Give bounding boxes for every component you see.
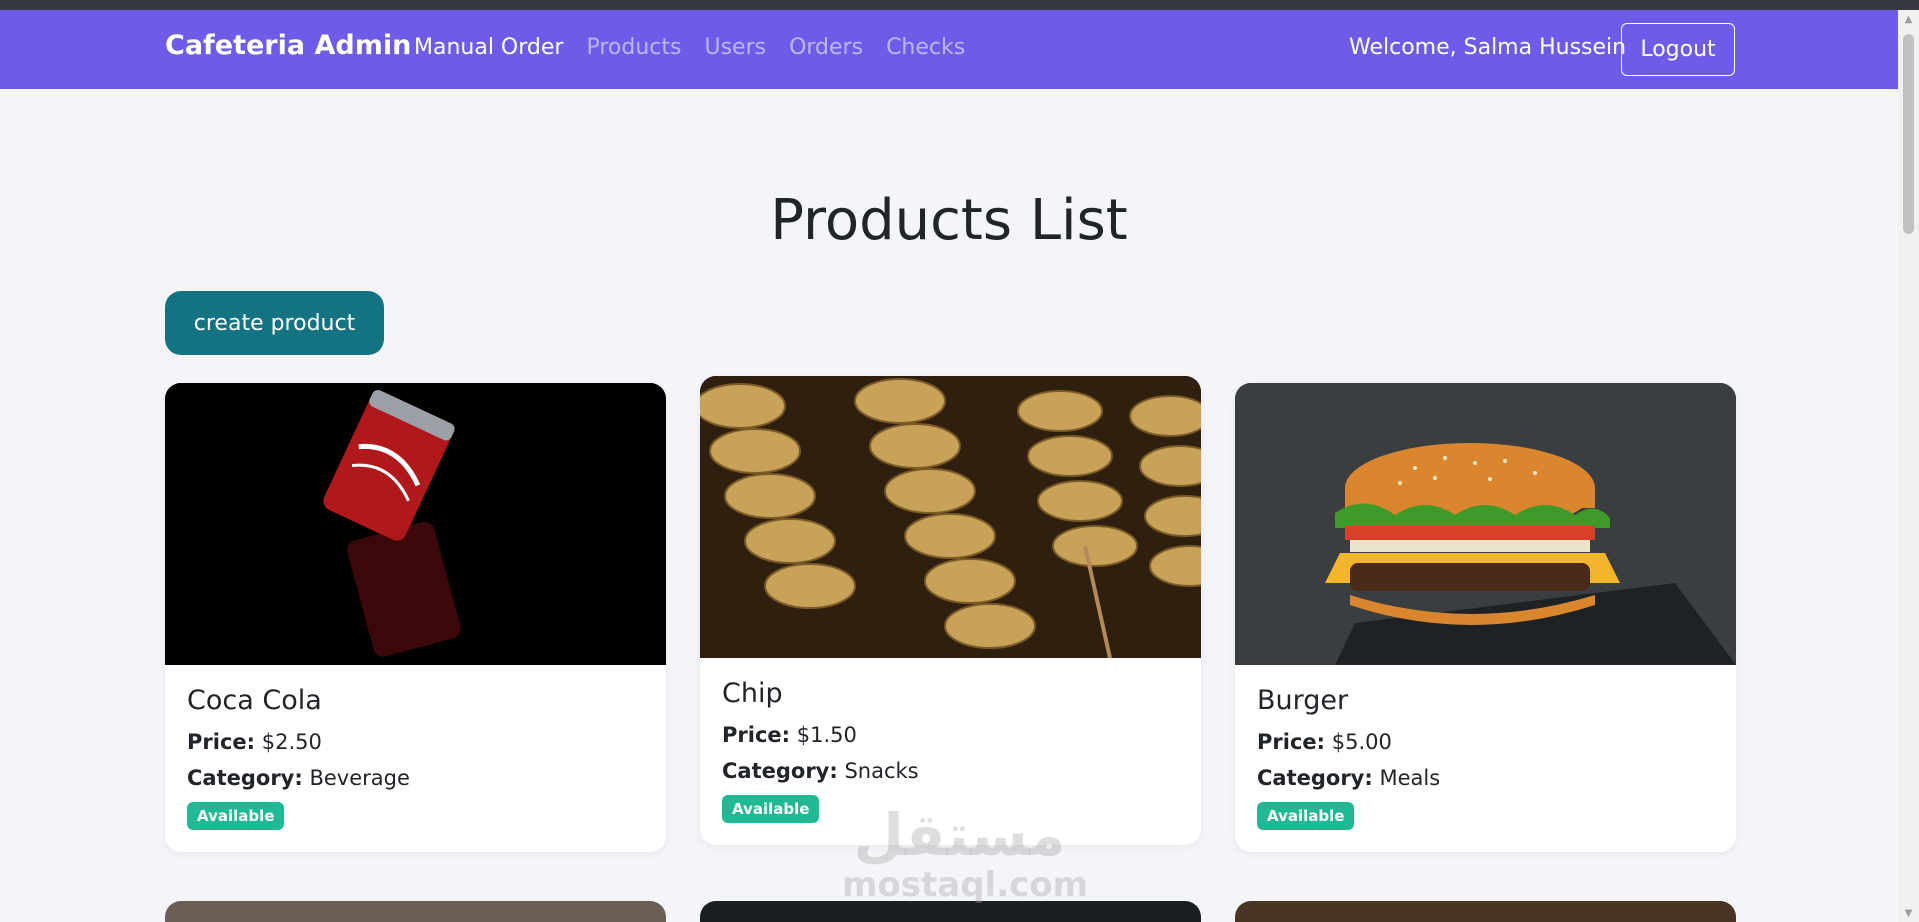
burger-picture: [1235, 383, 1736, 665]
window-top-strip: [0, 0, 1919, 10]
watermark-text: mostaql.com: [842, 865, 1089, 905]
product-category: Category: Beverage: [187, 766, 644, 790]
price-value: $5.00: [1331, 730, 1392, 754]
status-badge: Available: [722, 795, 820, 823]
nav-link-checks[interactable]: Checks: [886, 35, 965, 60]
product-price: Price: $2.50: [187, 730, 644, 754]
nav-link-orders[interactable]: Orders: [789, 35, 863, 60]
product-name: Burger: [1257, 685, 1349, 716]
vertical-scrollbar[interactable]: ▲ ▼: [1898, 10, 1919, 922]
scrollbar-thumb[interactable]: [1903, 34, 1914, 234]
nav-link-users[interactable]: Users: [704, 35, 766, 60]
category-label: Category:: [1257, 766, 1373, 790]
price-value: $1.50: [796, 723, 857, 747]
product-image-chip: [700, 376, 1201, 658]
product-card-partial: [165, 901, 666, 922]
status-badge: Available: [187, 802, 285, 830]
category-label: Category:: [722, 759, 838, 783]
product-price: Price: $5.00: [1257, 730, 1714, 754]
nav-link-products[interactable]: Products: [586, 35, 681, 60]
watermark: مستقل mostaql.com: [842, 801, 1089, 905]
nav-link-manual-order[interactable]: Manual Order: [414, 35, 563, 60]
card-body: Burger Price: $5.00 Category: Meals Avai…: [1235, 665, 1736, 852]
product-image-burger: [1235, 383, 1736, 665]
product-card: Coca Cola Price: $2.50 Category: Beverag…: [165, 383, 666, 852]
welcome-text: Welcome, Salma Hussein: [1349, 35, 1627, 60]
page-title: Products List: [770, 188, 1128, 253]
price-label: Price:: [1257, 730, 1326, 754]
product-category: Category: Meals: [1257, 766, 1714, 790]
card-body: Coca Cola Price: $2.50 Category: Beverag…: [165, 665, 666, 852]
scroll-down-icon[interactable]: ▼: [1903, 908, 1914, 919]
product-price: Price: $1.50: [722, 723, 1179, 747]
potato-chips-picture: [700, 376, 1201, 658]
price-label: Price:: [187, 730, 256, 754]
coca-cola-can-picture: [165, 383, 666, 665]
category-value: Beverage: [309, 766, 410, 790]
create-product-button[interactable]: create product: [165, 291, 384, 355]
scroll-up-icon[interactable]: ▲: [1903, 14, 1914, 25]
product-card: Burger Price: $5.00 Category: Meals Avai…: [1235, 383, 1736, 852]
brand-logo[interactable]: Cafeteria Admin: [165, 30, 411, 61]
nav-links: Manual Order Products Users Orders Check…: [414, 35, 988, 60]
price-label: Price:: [722, 723, 791, 747]
logout-button[interactable]: Logout: [1621, 23, 1735, 76]
product-card-partial: [1235, 901, 1736, 922]
navbar: Cafeteria Admin Manual Order Products Us…: [0, 10, 1898, 89]
product-name: Coca Cola: [187, 685, 322, 716]
product-card: Chip Price: $1.50 Category: Snacks Avail…: [700, 376, 1201, 845]
status-badge: Available: [1257, 802, 1355, 830]
product-category: Category: Snacks: [722, 759, 1179, 783]
category-label: Category:: [187, 766, 303, 790]
category-value: Snacks: [844, 759, 919, 783]
category-value: Meals: [1379, 766, 1441, 790]
product-name: Chip: [722, 678, 783, 709]
price-value: $2.50: [261, 730, 322, 754]
watermark-logo: مستقل: [853, 801, 1066, 869]
product-image-coca-cola: [165, 383, 666, 665]
